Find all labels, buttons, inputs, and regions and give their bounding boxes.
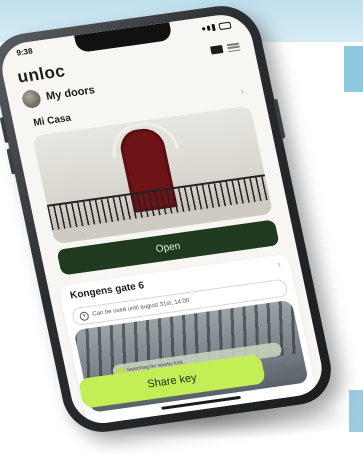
door-name: Mi Casa [32, 112, 73, 129]
chevron-right-icon[interactable]: › [276, 259, 282, 270]
phone-frame: 9:38 unloc My doors Mi Casa › Open Konge… [0, 1, 338, 437]
clock-icon [78, 310, 90, 321]
my-doors-label: My doors [45, 84, 96, 103]
phone-volume-button [0, 117, 10, 144]
door-name: Kongens gate 6 [69, 280, 146, 302]
gear-icon [284, 354, 296, 367]
background-decoration [344, 46, 363, 92]
list-view-icon[interactable] [226, 42, 241, 53]
grid-view-icon[interactable] [210, 44, 224, 55]
status-icons [201, 19, 232, 35]
phone-volume-button [6, 148, 16, 175]
view-toggle [210, 42, 241, 55]
access-info-text: Can be used until august 31st, 14:00 [91, 298, 190, 318]
door-photo [32, 105, 274, 245]
settings-label: Settings [282, 366, 302, 375]
phone-screen: 9:38 unloc My doors Mi Casa › Open Konge… [0, 11, 328, 427]
chevron-right-icon[interactable]: › [240, 86, 246, 97]
app-logo: unloc [15, 61, 67, 87]
avatar[interactable] [20, 88, 43, 110]
phone-power-button [273, 98, 286, 139]
status-time: 9:38 [15, 46, 34, 58]
settings-button[interactable]: Settings [268, 347, 314, 382]
